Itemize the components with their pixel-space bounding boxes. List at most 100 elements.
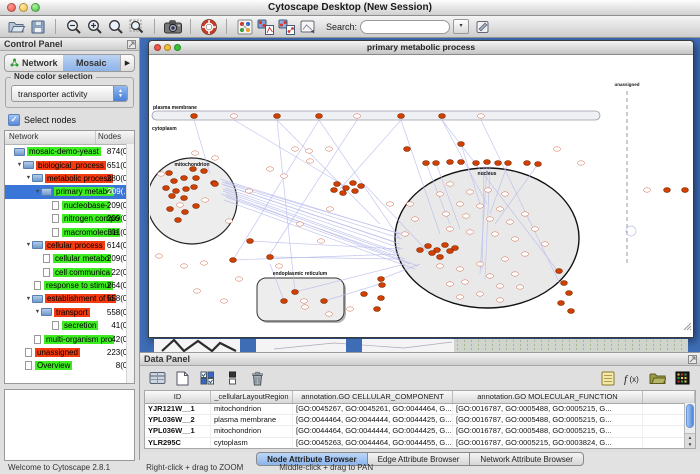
tree-item[interactable]: ▼biological_process651(0) <box>5 158 134 171</box>
tree-item[interactable]: cellular metabo209(0) <box>5 252 134 265</box>
network-node[interactable] <box>541 242 548 246</box>
network-node[interactable] <box>167 207 174 212</box>
network-node[interactable] <box>496 207 503 211</box>
search-input[interactable] <box>360 20 450 34</box>
network-node[interactable] <box>461 280 468 284</box>
unselect-attributes-icon[interactable] <box>223 370 242 387</box>
table-scrollbar[interactable]: ▲▼ <box>684 403 695 448</box>
region-plasma-membrane[interactable] <box>152 111 600 120</box>
network-node[interactable] <box>325 312 332 316</box>
network-node[interactable] <box>378 277 385 282</box>
network-node[interactable] <box>476 262 483 266</box>
network-node[interactable] <box>466 190 473 194</box>
expander-icon[interactable]: ▼ <box>34 189 41 195</box>
network-node[interactable] <box>280 174 287 178</box>
network-node[interactable] <box>643 188 650 192</box>
network-node[interactable] <box>501 257 508 261</box>
tree-item[interactable]: ▼establishment of lo558(0) <box>5 292 134 305</box>
tree-item[interactable]: nucleobase-209(0) <box>5 199 134 212</box>
network-node[interactable] <box>211 156 218 160</box>
network-node[interactable] <box>458 142 465 147</box>
zoom-fit-icon[interactable] <box>105 17 126 36</box>
network-canvas[interactable]: plasma membranecytoplasmmitochondrionnuc… <box>150 54 694 338</box>
network-node[interactable] <box>386 202 393 206</box>
network-node[interactable] <box>568 309 575 314</box>
network-node[interactable] <box>452 246 459 251</box>
network-edge[interactable] <box>340 120 401 189</box>
help-icon[interactable] <box>198 17 219 36</box>
network-edge[interactable] <box>226 197 410 264</box>
tab-overflow-arrow-icon[interactable]: ▶ <box>120 55 134 71</box>
network-node[interactable] <box>305 149 312 153</box>
scrollbar-arrows-icon[interactable]: ▲▼ <box>685 433 695 448</box>
delete-attribute-icon[interactable] <box>248 370 267 387</box>
select-attributes-icon[interactable] <box>198 370 217 387</box>
network-node[interactable] <box>220 299 227 303</box>
network-node[interactable] <box>343 186 350 191</box>
tree-item[interactable]: ▼metabolic process280(0) <box>5 172 134 185</box>
network-node[interactable] <box>456 295 463 299</box>
network-node[interactable] <box>275 264 282 268</box>
network-node[interactable] <box>484 188 491 192</box>
network-node[interactable] <box>446 227 453 231</box>
network-node[interactable] <box>316 114 323 119</box>
network-node[interactable] <box>301 305 308 309</box>
network-node[interactable] <box>274 114 281 119</box>
network-node[interactable] <box>200 261 207 265</box>
network-node[interactable] <box>175 218 182 223</box>
network-node[interactable] <box>173 189 180 194</box>
filter-icon[interactable] <box>297 17 318 36</box>
network-node[interactable] <box>456 267 463 271</box>
network-node[interactable] <box>437 255 444 260</box>
network-node[interactable] <box>425 244 432 249</box>
tree-item[interactable]: macromolecule311(0) <box>5 225 134 238</box>
network-node[interactable] <box>411 217 418 221</box>
network-node[interactable] <box>176 203 183 207</box>
network-node[interactable] <box>235 277 242 281</box>
network-node[interactable] <box>501 192 508 196</box>
network-node[interactable] <box>296 222 303 226</box>
network-node[interactable] <box>521 212 528 216</box>
table-row[interactable]: YJR121W__1mitochondrion[GO:0045267, GO:0… <box>145 404 695 415</box>
network-node[interactable] <box>456 202 463 206</box>
network-node[interactable] <box>495 161 502 166</box>
network-node[interactable] <box>535 162 542 167</box>
float-panel-icon[interactable] <box>127 40 136 51</box>
network-node[interactable] <box>157 172 164 176</box>
network-node[interactable] <box>447 160 454 165</box>
network-node[interactable] <box>505 161 512 166</box>
tree-item[interactable]: ▼primary metabo209(... <box>5 185 134 198</box>
float-panel-icon[interactable] <box>688 355 697 366</box>
network-node[interactable] <box>230 114 237 118</box>
network-node[interactable] <box>292 290 299 295</box>
network-node[interactable] <box>291 147 298 151</box>
network-node[interactable] <box>486 274 493 278</box>
tab-edge-attribute-browser[interactable]: Edge Attribute Browser <box>368 452 471 466</box>
network-node[interactable] <box>374 307 381 312</box>
tree-scrollbar[interactable] <box>126 144 134 383</box>
table-row[interactable]: YPL036W__1mitochondrion[GO:0044464, GO:0… <box>145 426 695 437</box>
tree-column-nodes[interactable]: Nodes <box>96 131 134 144</box>
network-node[interactable] <box>379 283 386 288</box>
column-header[interactable]: _cellularLayoutRegion <box>211 391 293 403</box>
table-row[interactable]: YLR295Ccytoplasm[GO:0045263, GO:0044464,… <box>145 438 695 449</box>
network-node[interactable] <box>225 219 232 223</box>
network-node[interactable] <box>476 204 483 208</box>
network-node[interactable] <box>181 176 188 181</box>
network-node[interactable] <box>477 114 484 118</box>
network-node[interactable] <box>317 239 324 243</box>
network-node[interactable] <box>561 281 568 286</box>
network-node[interactable] <box>556 269 563 274</box>
table-row[interactable]: YPL036W__2plasma membrane[GO:0044464, GO… <box>145 415 695 426</box>
column-header[interactable]: ID <box>145 391 211 403</box>
open-folder-icon[interactable] <box>6 17 27 36</box>
network-node[interactable] <box>155 254 162 258</box>
save-icon[interactable] <box>27 17 48 36</box>
network-node[interactable] <box>212 182 219 187</box>
network-node[interactable] <box>553 147 560 151</box>
network-node[interactable] <box>334 182 341 187</box>
network-node[interactable] <box>423 161 430 166</box>
network-node[interactable] <box>230 258 237 263</box>
network-node[interactable] <box>245 189 252 193</box>
network-node[interactable] <box>281 299 288 304</box>
